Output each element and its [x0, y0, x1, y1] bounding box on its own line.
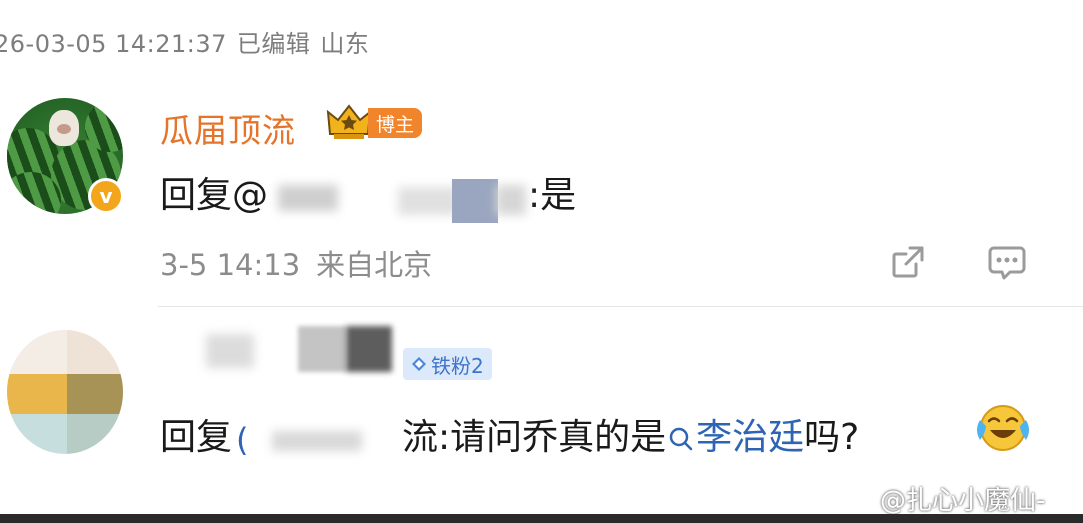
edited-label: 已编辑	[236, 30, 311, 58]
mosaic-tile	[7, 330, 67, 374]
divider	[158, 306, 1083, 307]
verified-v-icon: v	[88, 178, 124, 214]
reply-prefix: 回复@	[160, 175, 269, 216]
crown-icon	[326, 104, 372, 139]
blur-patch	[398, 187, 459, 215]
question-end: 吗?	[804, 417, 860, 458]
comment-icon[interactable]	[986, 242, 1028, 282]
blur-patch	[452, 179, 499, 223]
reply-time: 3-5 14:13	[160, 248, 301, 282]
reply-location: 来自北京	[316, 248, 433, 282]
blur-patch	[298, 326, 346, 372]
mosaic-tile	[67, 414, 123, 454]
blurred-author-name[interactable]	[200, 326, 400, 372]
cat-figure	[49, 110, 79, 146]
topic-link-label: 李治廷	[696, 417, 805, 458]
blur-patch	[346, 326, 392, 372]
weibo-logo-icon	[843, 490, 878, 515]
reply-question: 流:请问乔真的是	[402, 417, 667, 458]
reply-meta: 3-5 14:13 来自北京	[160, 242, 432, 284]
mosaic-tile	[7, 374, 67, 414]
blur-patch	[496, 185, 527, 215]
watermark: @扎心小魔仙-	[842, 480, 1045, 517]
laughing-crying-emoji	[977, 405, 1029, 451]
fan-badge: 铁粉2	[403, 348, 492, 380]
share-icon[interactable]	[888, 242, 928, 282]
watermark-text: @扎心小魔仙-	[880, 486, 1046, 516]
search-icon	[669, 427, 693, 451]
mention-at-fragment: (	[236, 421, 249, 459]
mosaic-tile	[7, 414, 67, 454]
mosaic-tile	[67, 330, 123, 374]
diamond-icon	[412, 357, 426, 371]
topic-link[interactable]: 李治廷	[666, 417, 804, 458]
blurred-mention[interactable]: (	[232, 421, 402, 459]
header-meta: 26-03-05 14:21:37 已编辑 山东	[0, 24, 379, 59]
blur-patch	[206, 334, 254, 368]
author-name[interactable]: 瓜届顶流	[160, 104, 296, 152]
fan-badge-label: 铁粉2	[431, 353, 484, 378]
reply-tail: :是	[528, 175, 577, 216]
blurred-mention[interactable]	[268, 179, 528, 223]
blur-patch	[278, 185, 339, 211]
reply-prefix: 回复	[160, 417, 233, 458]
reply-text: 回复@ :是	[160, 166, 577, 223]
post-timestamp: 26-03-05 14:21:37	[0, 30, 227, 58]
avatar[interactable]	[7, 330, 123, 454]
bottom-edge	[0, 514, 1083, 523]
post-location: 山东	[320, 30, 370, 58]
reply-text: 回复 ( 流:请问乔真的是 李治廷吗?	[160, 408, 859, 460]
mosaic-tile	[67, 374, 123, 414]
blogger-badge: 博主	[368, 108, 423, 138]
blur-patch	[272, 431, 363, 451]
